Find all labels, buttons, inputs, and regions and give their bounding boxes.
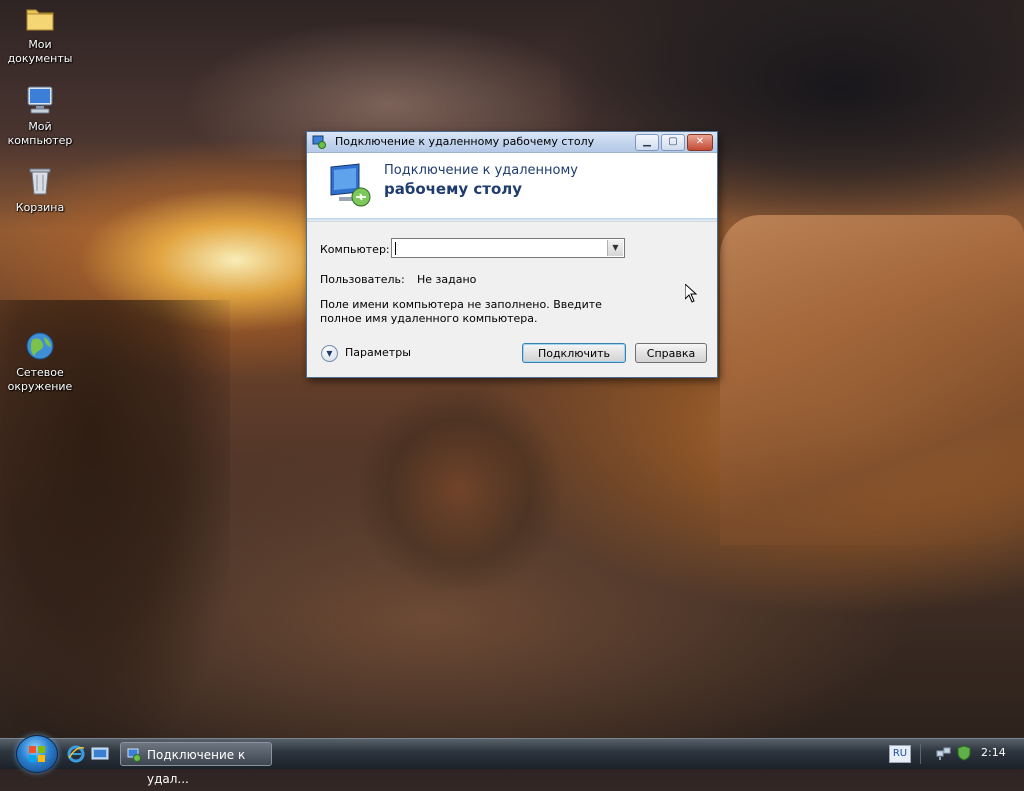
banner-title-line1: Подключение к удаленному (384, 163, 578, 178)
text-caret (395, 242, 396, 255)
desktop-icon-my-documents[interactable]: Мои документы (0, 2, 80, 66)
start-button[interactable] (16, 735, 58, 773)
desktop-icon-network[interactable]: Сетевое окружение (0, 330, 80, 394)
minimize-button[interactable]: ▁ (635, 134, 659, 151)
taskbar-button-remote-desktop[interactable]: Подключение к удал... (120, 742, 272, 786)
clock[interactable]: 2:14 (981, 746, 1006, 759)
remote-desktop-icon (127, 748, 141, 762)
desktop-icon-label: Мой компьютер (7, 120, 73, 147)
computer-combobox[interactable]: ▼ (391, 238, 625, 258)
remote-desktop-monitor-icon (330, 163, 371, 207)
computer-label: Компьютер: (320, 243, 390, 256)
validation-message: Поле имени компьютера не заполнено. Введ… (320, 298, 602, 325)
tray-separator (920, 744, 921, 764)
mouse-cursor-icon (685, 284, 697, 303)
remote-desktop-dialog: Подключение к удаленному рабочему столу … (306, 131, 718, 378)
show-desktop-icon[interactable] (91, 745, 109, 763)
options-toggle[interactable]: ▼ Параметры (321, 345, 421, 362)
banner-title-line2: рабочему столу (384, 180, 523, 198)
network-globe-icon (26, 332, 54, 360)
security-shield-icon[interactable] (956, 745, 972, 761)
dialog-titlebar[interactable]: Подключение к удаленному рабочему столу … (307, 132, 717, 153)
network-status-icon[interactable] (936, 745, 952, 761)
options-label: Параметры (345, 346, 411, 359)
desktop-icon-label: Корзина (15, 201, 65, 214)
close-button[interactable]: ✕ (687, 134, 713, 151)
recycle-bin-icon (29, 168, 51, 195)
banner-separator (307, 218, 717, 221)
help-button[interactable]: Справка (635, 343, 707, 363)
expand-chevron-icon: ▼ (321, 345, 338, 362)
user-label: Пользователь: (320, 273, 405, 286)
desktop-icon-my-computer[interactable]: Мой компьютер (0, 84, 80, 148)
remote-desktop-icon (312, 135, 326, 149)
taskbar-button-label: Подключение к удал... (147, 748, 246, 786)
taskbar: Подключение к удал... RU 2:14 (0, 735, 1024, 786)
desktop-icon-recycle-bin[interactable]: Корзина (0, 165, 80, 215)
wallpaper-rock-formation (720, 215, 1024, 545)
computer-icon (27, 86, 53, 114)
desktop-icon-label: Сетевое окружение (7, 366, 73, 393)
dialog-banner: Подключение к удаленному рабочему столу (307, 153, 717, 222)
wallpaper-bush (360, 390, 560, 590)
user-value: Не задано (417, 273, 477, 286)
connect-button[interactable]: Подключить (522, 343, 626, 363)
maximize-button[interactable]: ▢ (661, 134, 685, 151)
language-indicator[interactable]: RU (889, 745, 911, 763)
folder-icon (26, 9, 54, 31)
chevron-down-icon[interactable]: ▼ (607, 240, 623, 256)
dialog-title: Подключение к удаленному рабочему столу (335, 135, 595, 148)
windows-logo-icon (29, 746, 45, 762)
desktop-icon-label: Мои документы (7, 38, 73, 65)
internet-explorer-icon[interactable] (67, 745, 85, 763)
